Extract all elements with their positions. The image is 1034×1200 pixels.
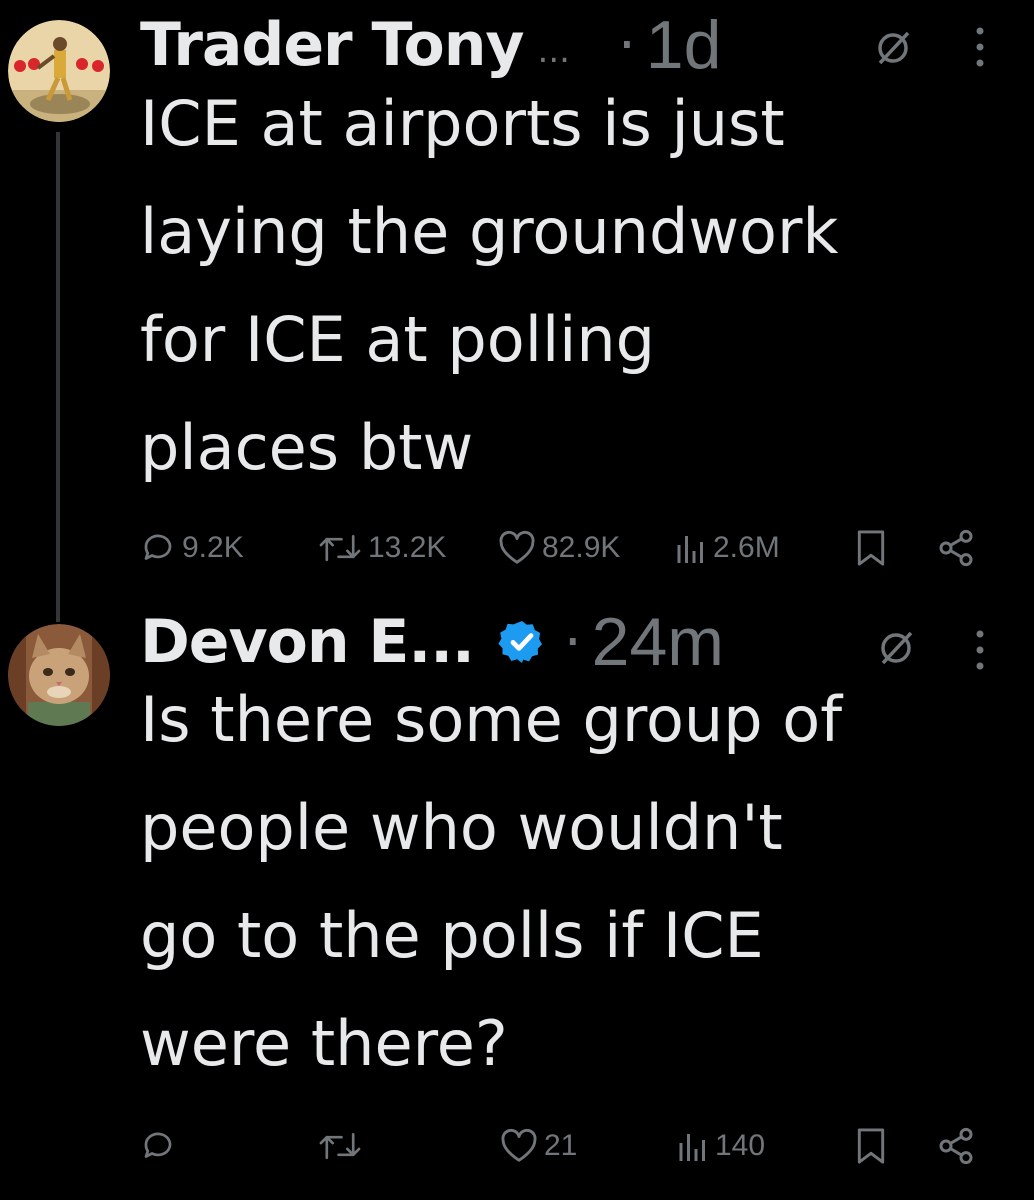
- tweet-text: ICE at airports is just laying the groun…: [140, 70, 1010, 502]
- repost-button[interactable]: [318, 1116, 368, 1176]
- avatar[interactable]: [8, 20, 110, 122]
- reply-icon: [144, 1132, 172, 1158]
- tweet-text-line: were there?: [140, 1007, 508, 1080]
- tweet-actions: 21 140: [0, 1116, 1034, 1176]
- view-count: 2.6M: [713, 531, 780, 564]
- share-icon: [939, 529, 973, 567]
- view-count: 140: [715, 1129, 766, 1162]
- views-button[interactable]: 2.6M: [675, 518, 780, 578]
- share-icon: [939, 1127, 973, 1165]
- meta-separator: ·: [563, 609, 582, 675]
- repost-icon: [319, 1132, 361, 1160]
- tweet-1[interactable]: Trader Tony ... · 1d ICE at airports is …: [0, 0, 1034, 600]
- meta-separator: ·: [617, 12, 636, 78]
- heart-icon: [499, 530, 535, 564]
- tweet-text-line: for ICE at polling: [140, 303, 656, 376]
- tweet-2[interactable]: Devon E ... · 24m Is there some group of…: [0, 600, 1034, 1200]
- tweet-text-line: Is there some group of: [140, 683, 843, 756]
- reply-count: 9.2K: [182, 531, 244, 564]
- tweet-text-line: laying the groundwork: [140, 195, 839, 268]
- like-button[interactable]: 82.9K: [498, 518, 620, 578]
- tweet-text: Is there some group of people who wouldn…: [140, 666, 1010, 1098]
- heart-icon: [501, 1128, 537, 1162]
- share-button[interactable]: [936, 518, 976, 578]
- grok-icon[interactable]: [876, 628, 916, 668]
- tweet-text-line: people who wouldn't: [140, 791, 783, 864]
- reply-button[interactable]: 9.2K: [140, 518, 244, 578]
- views-button[interactable]: 140: [677, 1116, 765, 1176]
- verified-badge-icon: [498, 621, 542, 663]
- like-count: 21: [544, 1129, 578, 1162]
- like-count: 82.9K: [542, 531, 621, 564]
- tweet-actions: 9.2K 13.2K 82.9K 2.6M: [0, 518, 1034, 578]
- reply-icon: [144, 534, 172, 560]
- avatar-image-2: [8, 624, 110, 726]
- tweet-text-line: go to the polls if ICE: [140, 899, 764, 972]
- repost-count: 13.2K: [368, 531, 447, 564]
- grok-icon[interactable]: [873, 28, 913, 68]
- name-ellipsis: ...: [537, 31, 570, 71]
- bookmark-icon: [857, 530, 885, 566]
- share-button[interactable]: [936, 1116, 976, 1176]
- more-dots-icon[interactable]: [970, 25, 990, 69]
- bookmark-button[interactable]: [856, 518, 886, 578]
- repost-button[interactable]: 13.2K: [318, 518, 446, 578]
- bookmark-icon: [857, 1128, 885, 1164]
- avatar[interactable]: [8, 624, 110, 726]
- bookmark-button[interactable]: [856, 1116, 886, 1176]
- views-chart-icon: [679, 1134, 705, 1161]
- like-button[interactable]: 21: [500, 1116, 577, 1176]
- views-chart-icon: [677, 536, 703, 563]
- repost-icon: [319, 534, 361, 562]
- tweet-text-line: places btw: [140, 411, 474, 484]
- tweet-text-line: ICE at airports is just: [140, 87, 785, 160]
- avatar-image-1: [8, 20, 110, 122]
- reply-button[interactable]: [140, 1116, 182, 1176]
